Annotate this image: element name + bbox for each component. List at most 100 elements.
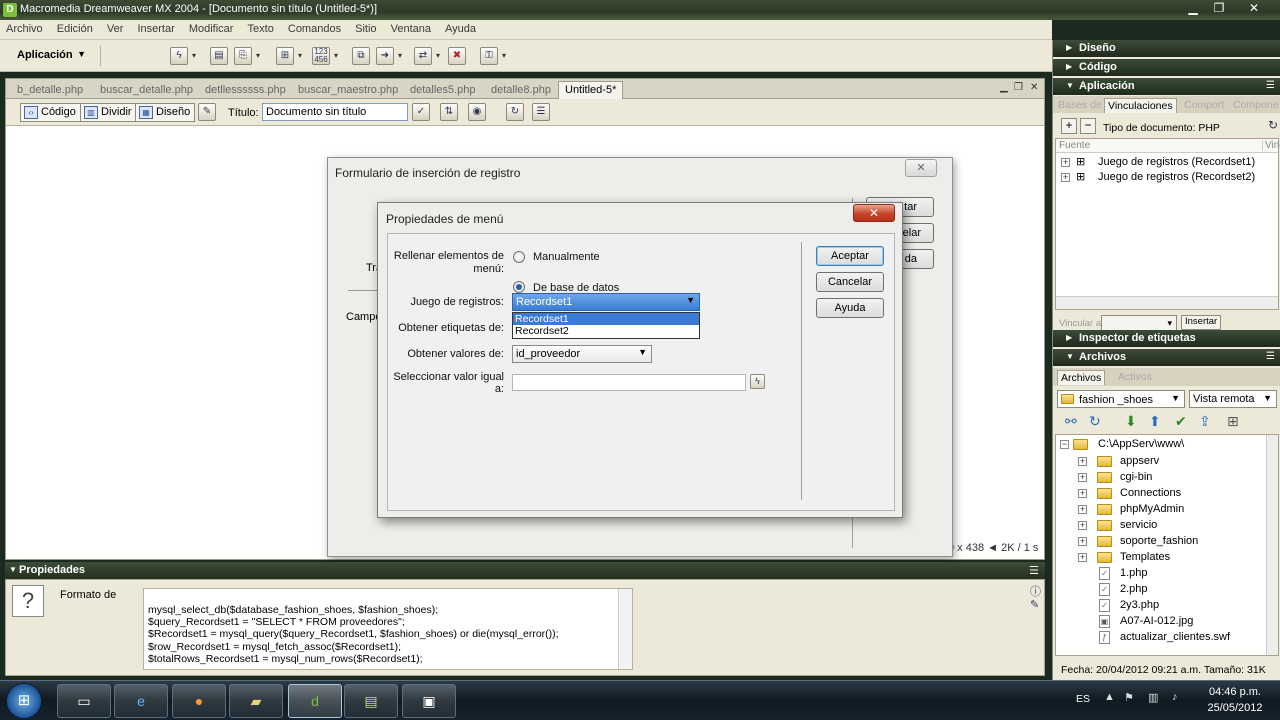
refresh-icon[interactable]: ↻ [1089,413,1101,430]
properties-panel-header[interactable]: ▼ Propiedades ☰ [5,562,1045,579]
file-item[interactable]: 2.php [1120,583,1148,595]
code-scrollbar[interactable] [618,589,632,669]
code-panel-header[interactable]: ▶ Código [1053,59,1280,76]
doc-restore-icon[interactable]: ❐ [1014,82,1023,93]
tab-detalle8[interactable]: detalle8.php [485,82,557,99]
expand-plus-icon[interactable]: + [1078,489,1087,498]
folder-item[interactable]: soporte_fashion [1120,535,1198,547]
tab-buscar-detalle[interactable]: buscar_detalle.php [94,82,199,99]
folder-item[interactable]: phpMyAdmin [1120,503,1184,515]
refresh-icon[interactable]: ↻ [506,103,524,121]
live-data-icon[interactable]: ✎ [198,103,216,121]
chevron-down-icon[interactable]: ▾ [398,51,402,60]
design-view-button[interactable]: ▦ Diseño [135,103,196,122]
firefox-taskbar-icon[interactable]: ● [172,684,226,718]
split-view-button[interactable]: ▥ Dividir [80,103,137,122]
tab-b-detalle[interactable]: b_detalle.php [11,82,89,99]
menu-insertar[interactable]: Insertar [131,20,179,35]
chevron-down-icon[interactable]: ▾ [502,51,506,60]
tab-components[interactable]: Compone [1230,98,1280,113]
recordset-option[interactable]: Recordset2 [513,325,699,337]
folder-item[interactable]: cgi-bin [1120,471,1152,483]
go-to-icon[interactable]: ➜ [376,47,394,65]
menu-edicion[interactable]: Edición [51,20,98,35]
menu-archivo[interactable]: Archivo [0,20,48,35]
remove-binding-button[interactable]: − [1080,118,1096,134]
file-item[interactable]: 1.php [1120,567,1148,579]
tab-behaviors[interactable]: Comport [1181,98,1227,113]
recordset-option[interactable]: Recordset1 [513,313,699,325]
file-item[interactable]: 2y3.php [1120,599,1159,611]
radio-manual[interactable] [513,251,525,263]
expand-plus-icon[interactable]: + [1078,473,1087,482]
tab-assets[interactable]: Activos [1115,370,1155,385]
tab-bindings[interactable]: Vinculaciones [1104,98,1177,113]
dynamic-data-icon[interactable]: 123 456 [312,47,330,65]
root-folder[interactable]: C:\AppServ\www\ [1098,438,1184,450]
check-out-icon[interactable]: ✔ [1175,413,1187,430]
code-preview[interactable]: mysql_select_db($database_fashion_shoes,… [143,588,633,670]
server-behavior-icon[interactable]: ϟ [170,47,188,65]
record-navigation-icon[interactable]: ⇄ [414,47,432,65]
tag-inspector-header[interactable]: ▶ Inspector de etiquetas [1053,330,1280,347]
internet-explorer-taskbar-icon[interactable]: e [114,684,168,718]
clock-time[interactable]: 04:46 p.m. [1200,686,1270,698]
menu-properties-close-button[interactable]: ✕ [853,204,895,222]
collapse-minus-icon[interactable]: − [1060,440,1069,449]
menu-modificar[interactable]: Modificar [183,20,239,35]
file-management-icon[interactable]: ⇅ [440,103,458,121]
doc-close-icon[interactable]: ✕ [1030,82,1038,93]
connect-icon[interactable]: ⚯ [1065,413,1077,430]
expand-plus-icon[interactable]: + [1078,553,1087,562]
help-question-icon[interactable]: ? [12,585,44,617]
tab-buscar-maestro[interactable]: buscar_maestro.php [292,82,404,99]
put-files-icon[interactable]: ⬆ [1149,413,1161,430]
camtasia-taskbar-icon[interactable]: ▣ [402,684,456,718]
folder-item[interactable]: appserv [1120,455,1159,467]
panel-options-icon[interactable]: ☰ [1266,351,1275,362]
input-language[interactable]: ES [1076,693,1090,705]
dynamic-data-lightning-icon[interactable]: ϟ [750,374,765,389]
expand-plus-icon[interactable]: + [1078,457,1087,466]
expand-plus-icon[interactable]: + [1061,173,1070,182]
menu-ayuda[interactable]: Ayuda [439,20,481,35]
insert-binding-button[interactable]: Insertar [1181,315,1222,330]
insert-category-dropdown[interactable]: Aplicación ▼ [8,46,92,66]
file-item[interactable]: A07-AI-012.jpg [1120,615,1193,627]
notes-taskbar-icon[interactable]: ▤ [344,684,398,718]
close-button[interactable]: ✕ [1243,1,1265,17]
get-files-icon[interactable]: ⬇ [1125,413,1137,430]
panel-options-icon[interactable]: ☰ [1266,80,1275,91]
clock-date[interactable]: 25/05/2012 [1200,702,1270,714]
site-select[interactable]: fashion _shoes ▼ [1057,390,1185,408]
recordset-icon[interactable]: ▤ [210,47,228,65]
show-hidden-icons-icon[interactable]: ▲ [1104,691,1115,703]
menu-ver[interactable]: Ver [101,20,129,35]
expand-plus-icon[interactable]: + [1078,537,1087,546]
expand-plus-icon[interactable]: + [1078,521,1087,530]
tab-untitled-5[interactable]: Untitled-5* [558,81,624,100]
edit-tag-icon[interactable]: ✎ [1030,598,1039,611]
windows-start-button[interactable]: ⊞ [6,683,42,719]
bindings-hscrollbar[interactable] [1056,296,1278,309]
view-select[interactable]: Vista remota ▼ [1189,390,1277,408]
folder-item[interactable]: Templates [1120,551,1170,563]
insert-record-close-button[interactable]: ✕ [905,159,937,177]
panel-options-icon[interactable]: ☰ [1029,564,1039,577]
get-values-select[interactable]: id_proveedor ▼ [512,345,652,363]
binding-recordset1[interactable]: Juego de registros (Recordset1) [1098,156,1255,168]
tab-databases[interactable]: Bases de [1055,98,1105,113]
tab-detalles5[interactable]: detalles5.php [404,82,481,99]
radio-database[interactable] [513,281,525,293]
files-scrollbar[interactable] [1266,435,1278,655]
ok-button[interactable]: Aceptar [816,246,884,266]
recordset-select[interactable]: Recordset1 ▼ [512,293,700,311]
menu-sitio[interactable]: Sitio [349,20,381,35]
check-in-icon[interactable]: ⇪ [1199,413,1211,430]
chevron-down-icon[interactable]: ▾ [256,51,260,60]
chevron-down-icon[interactable]: ▾ [334,51,338,60]
folder-item[interactable]: Connections [1120,487,1181,499]
network-icon[interactable]: ▥ [1148,691,1158,704]
tab-detllessssss[interactable]: detllessssss.php [199,82,292,99]
menu-comandos[interactable]: Comandos [282,20,346,35]
